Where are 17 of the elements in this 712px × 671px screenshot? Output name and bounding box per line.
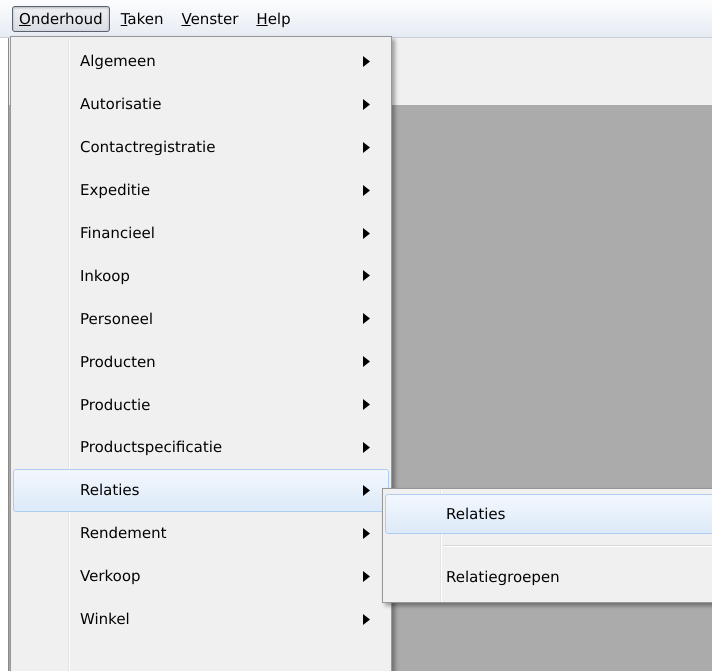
menu-item[interactable]: Relaties [385,494,712,534]
menu-item[interactable]: Personeel [13,297,389,340]
menu-item[interactable]: Financieel [13,212,389,254]
menu-item[interactable]: Expeditie [13,168,389,212]
menu-item[interactable]: Productie [13,383,389,426]
menu-bar-item[interactable]: Taken [114,6,170,32]
menu-bar-item[interactable]: Help [249,6,298,32]
menu-item[interactable]: Inkoop [13,254,389,298]
menu-item[interactable]: Winkel [13,598,389,640]
menu-bar-item[interactable]: Venster [174,6,246,32]
menu-bar-item[interactable]: Onderhoud [12,6,110,32]
menu-item[interactable]: Relatiegroepen [385,557,712,597]
menu-item[interactable]: Productspecificatie [13,426,389,469]
menu-item[interactable]: Autorisatie [13,82,389,126]
menu-item[interactable]: Relaties [13,468,389,512]
menu-item[interactable]: Contactregistratie [13,126,389,169]
menu-item[interactable]: Producten [13,340,389,384]
